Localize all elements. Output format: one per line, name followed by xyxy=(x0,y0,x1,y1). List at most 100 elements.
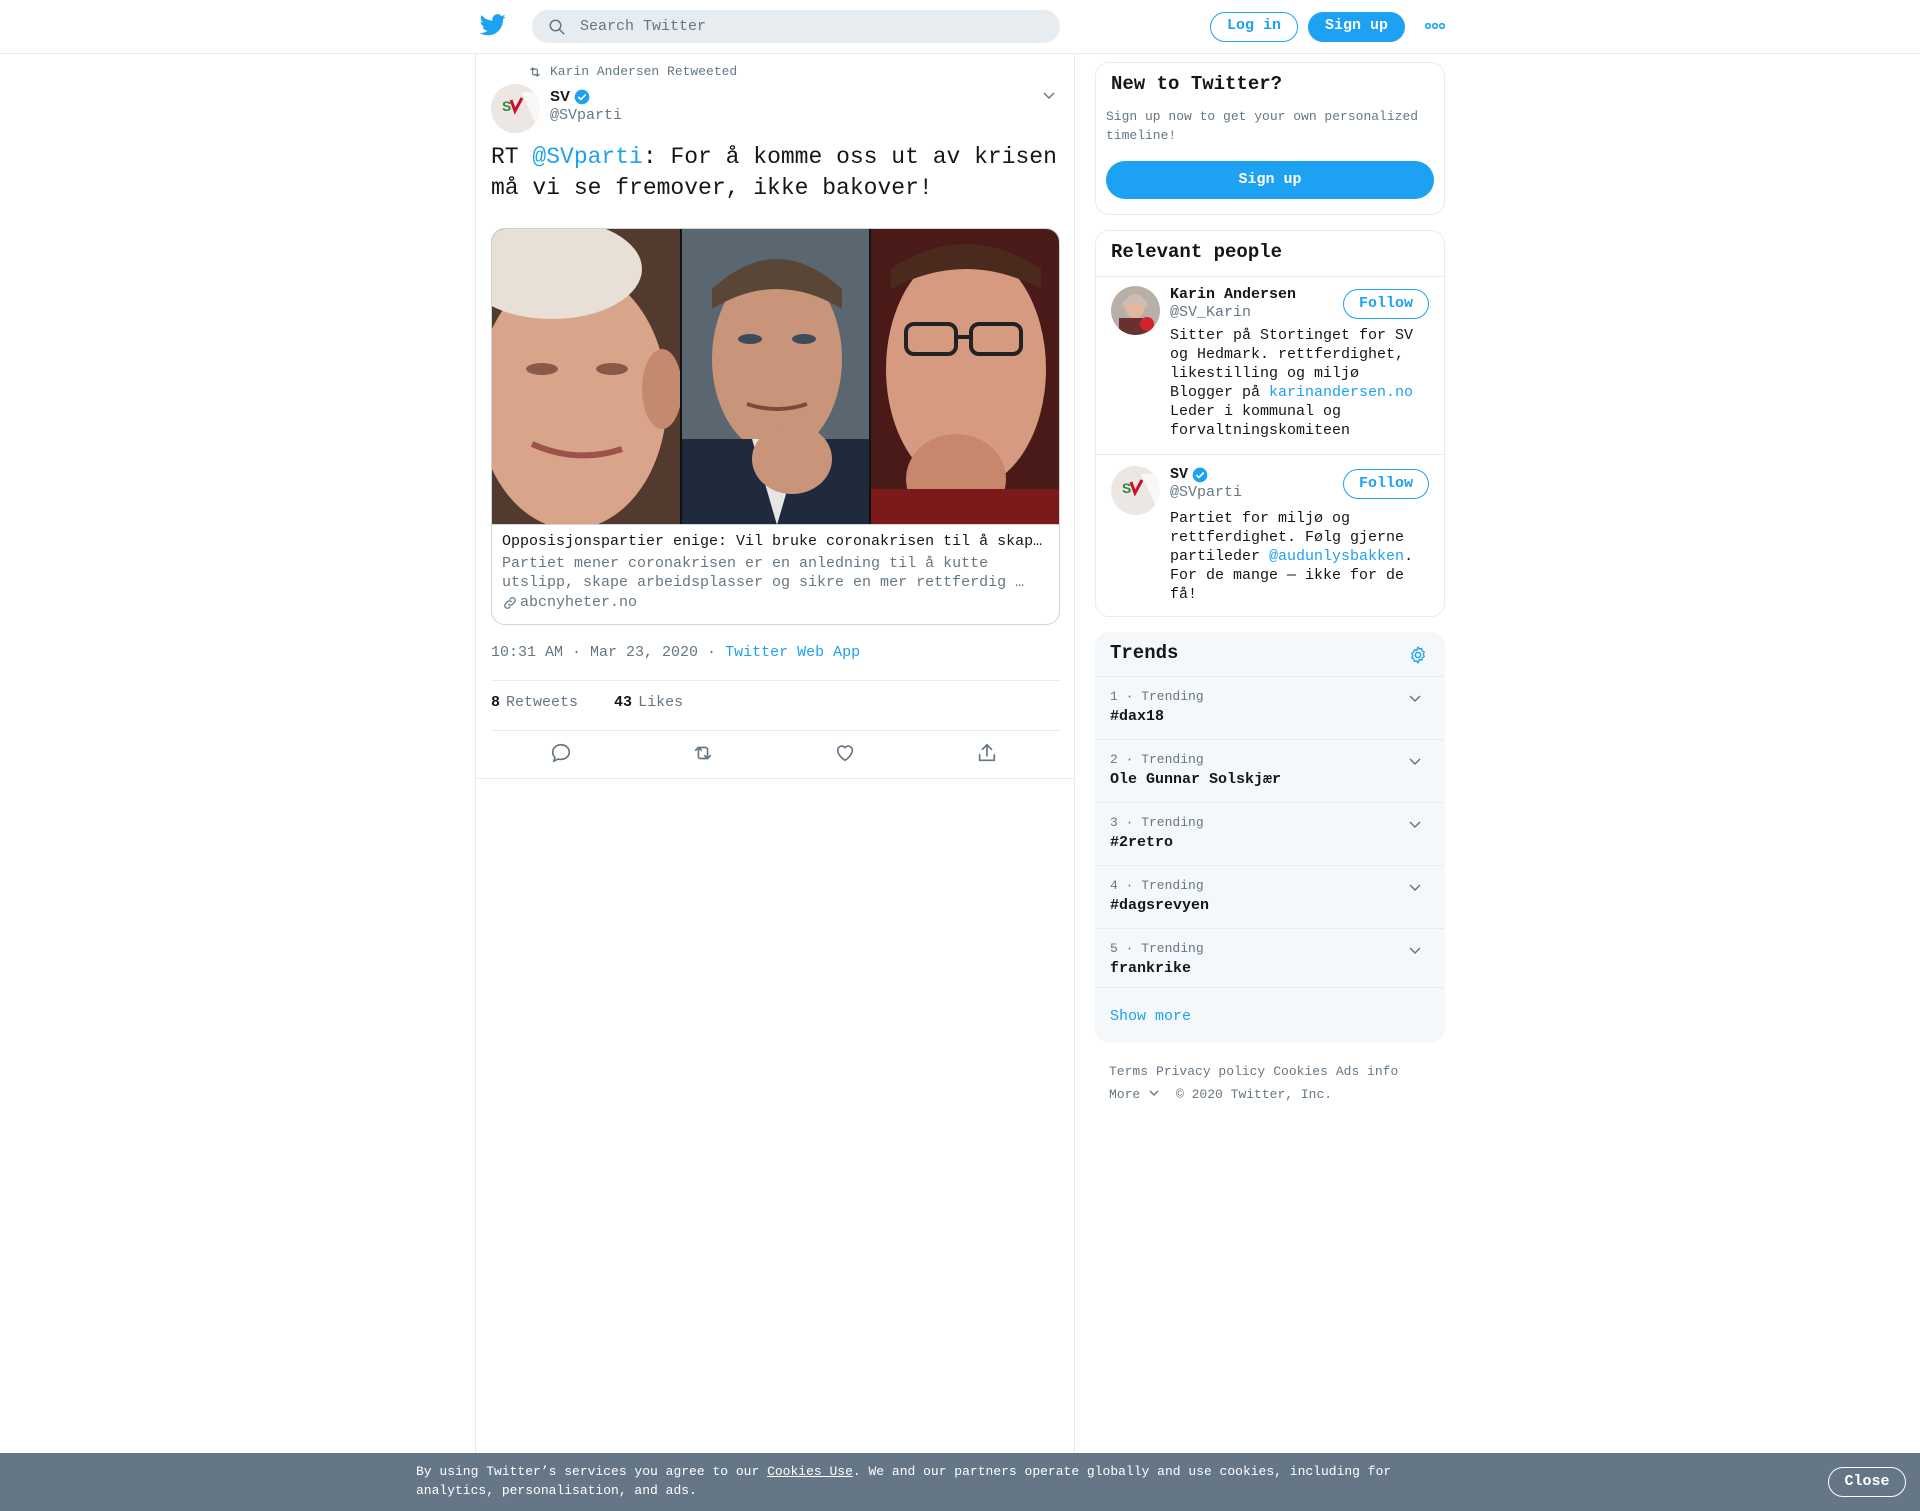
footer-link-ads[interactable]: Ads info xyxy=(1336,1064,1398,1079)
tweet-text: RT @SVparti: For å komme oss ut av krise… xyxy=(491,142,1061,204)
cookie-text: By using Twitter’s services you agree to… xyxy=(416,1462,1416,1500)
follow-button[interactable]: Follow xyxy=(1343,289,1429,319)
divider xyxy=(491,680,1060,681)
sidebar: New to Twitter? Sign up now to get your … xyxy=(1095,62,1445,1043)
bio-link[interactable]: karinandersen.no xyxy=(1269,384,1413,401)
author-name-text[interactable]: SV xyxy=(550,88,570,105)
share-icon[interactable] xyxy=(976,742,998,764)
login-button[interactable]: Log in xyxy=(1210,12,1298,42)
footer-link-privacy[interactable]: Privacy policy xyxy=(1156,1064,1265,1079)
follow-button[interactable]: Follow xyxy=(1343,469,1429,499)
divider xyxy=(1096,276,1444,277)
tweet-column: Karin Andersen Retweeted S SV @SVparti R… xyxy=(475,54,1075,1454)
footer-link-terms[interactable]: Terms xyxy=(1109,1064,1148,1079)
reply-icon[interactable] xyxy=(550,742,572,764)
search-input[interactable] xyxy=(580,10,1040,43)
close-button[interactable]: Close xyxy=(1828,1467,1906,1497)
chevron-down-icon[interactable] xyxy=(1408,691,1422,705)
chevron-down-icon[interactable] xyxy=(1408,817,1422,831)
divider xyxy=(491,730,1060,731)
show-more-link[interactable]: Show more xyxy=(1110,1008,1191,1025)
chevron-down-icon[interactable] xyxy=(1408,880,1422,894)
trend-item[interactable]: 2 · Trending Ole Gunnar Solskjær xyxy=(1095,739,1445,802)
avatar[interactable]: S xyxy=(1111,466,1160,515)
footer-link-cookies[interactable]: Cookies xyxy=(1273,1064,1328,1079)
card-domain[interactable]: abcnyheter.no xyxy=(502,594,1050,611)
likes-count: 43 xyxy=(614,694,633,711)
card-domain-text[interactable]: abcnyheter.no xyxy=(520,594,637,611)
verified-icon xyxy=(1192,467,1208,482)
photo-face-3 xyxy=(871,229,1059,524)
footer-copyright: © 2020 Twitter, Inc. xyxy=(1176,1087,1333,1102)
photo-face-2 xyxy=(679,229,872,524)
sv-logo-icon: S xyxy=(491,84,540,133)
footer-more-label[interactable]: More xyxy=(1109,1087,1140,1102)
trend-item[interactable]: 4 · Trending #dagsrevyen xyxy=(1095,865,1445,928)
trends-box: Trends 1 · Trending #dax18 2 · Trending … xyxy=(1095,632,1445,1043)
retweet-icon[interactable] xyxy=(692,742,714,764)
card-description: Partiet mener coronakrisen er en anledni… xyxy=(502,555,1025,591)
retweet-icon xyxy=(530,66,540,77)
cookie-bar: By using Twitter’s services you agree to… xyxy=(0,1453,1920,1511)
tweet-source-app[interactable]: Twitter Web App xyxy=(725,644,860,661)
trend-name[interactable]: #dax18 xyxy=(1110,708,1164,725)
divider xyxy=(1095,987,1445,988)
tweet-text-prefix: RT xyxy=(491,144,533,170)
trend-meta: 4 · Trending xyxy=(1110,878,1204,893)
bio-text: Leder i kommunal og forvaltningskomiteen xyxy=(1170,403,1351,439)
trend-item[interactable]: 3 · Trending #2retro xyxy=(1095,802,1445,865)
trend-meta: 1 · Trending xyxy=(1110,689,1204,704)
search-box[interactable] xyxy=(532,10,1060,43)
retweets-label: Retweets xyxy=(506,694,579,711)
link-icon xyxy=(504,596,516,609)
likes-stat[interactable]: 43 Likes xyxy=(614,694,683,711)
chevron-down-icon[interactable] xyxy=(1408,754,1422,768)
signup-button[interactable]: Sign up xyxy=(1308,12,1405,42)
trend-item[interactable]: 1 · Trending #dax18 xyxy=(1095,676,1445,739)
likes-label: Likes xyxy=(638,694,684,711)
trend-item[interactable]: 5 · Trending frankrike xyxy=(1095,928,1445,991)
trend-name[interactable]: Ole Gunnar Solskjær xyxy=(1110,771,1281,788)
person-name-text[interactable]: SV xyxy=(1170,466,1188,483)
trend-meta: 3 · Trending xyxy=(1110,815,1204,830)
more-dots-icon[interactable] xyxy=(1424,19,1446,33)
chevron-down-icon[interactable] xyxy=(1148,1088,1160,1098)
trends-title: Trends xyxy=(1110,642,1179,664)
search-icon xyxy=(549,19,565,35)
trend-meta: 5 · Trending xyxy=(1110,941,1204,956)
sidebar-signup-button[interactable]: Sign up xyxy=(1106,161,1434,199)
retweet-context: Karin Andersen Retweeted xyxy=(528,64,737,79)
footer-more[interactable]: More xyxy=(1109,1087,1160,1102)
link-card[interactable]: Opposisjonspartier enige: Vil bruke coro… xyxy=(491,228,1060,625)
person-handle[interactable]: @SVparti xyxy=(1170,484,1242,501)
avatar[interactable] xyxy=(1111,286,1160,335)
verified-icon xyxy=(574,89,590,104)
new-to-twitter-title: New to Twitter? xyxy=(1111,73,1283,95)
person-handle[interactable]: @SV_Karin xyxy=(1170,304,1251,321)
tweet-timestamp[interactable]: 10:31 AM · Mar 23, 2020 xyxy=(491,644,698,661)
like-icon[interactable] xyxy=(834,742,856,764)
person-name[interactable]: Karin Andersen xyxy=(1170,286,1296,303)
twitter-logo-icon[interactable] xyxy=(480,14,506,36)
trend-meta: 2 · Trending xyxy=(1110,752,1204,767)
trend-name[interactable]: frankrike xyxy=(1110,960,1191,977)
mention-link[interactable]: @SVparti xyxy=(532,144,642,170)
person-name[interactable]: SV xyxy=(1170,466,1208,483)
trend-name[interactable]: #2retro xyxy=(1110,834,1173,851)
photo-face-1 xyxy=(492,229,680,524)
author-name[interactable]: SV xyxy=(550,88,622,105)
chevron-down-icon[interactable] xyxy=(1408,943,1422,957)
bio-link[interactable]: @audunlysbakken xyxy=(1269,548,1404,565)
card-image[interactable] xyxy=(492,229,1059,525)
cookies-use-link[interactable]: Cookies Use xyxy=(767,1464,853,1479)
tweet-stats: 8 Retweets 43 Likes xyxy=(491,694,683,711)
chevron-down-icon[interactable] xyxy=(1042,88,1056,102)
relevant-people-box: Relevant people Karin Andersen @SV_Karin… xyxy=(1095,230,1445,617)
tweet-actions xyxy=(491,742,1060,772)
gear-icon[interactable] xyxy=(1408,645,1428,665)
author-handle[interactable]: @SVparti xyxy=(550,107,622,124)
card-title[interactable]: Opposisjonspartier enige: Vil bruke coro… xyxy=(502,533,1050,550)
retweets-stat[interactable]: 8 Retweets xyxy=(491,694,578,711)
trend-name[interactable]: #dagsrevyen xyxy=(1110,897,1209,914)
avatar[interactable]: S xyxy=(491,84,540,133)
